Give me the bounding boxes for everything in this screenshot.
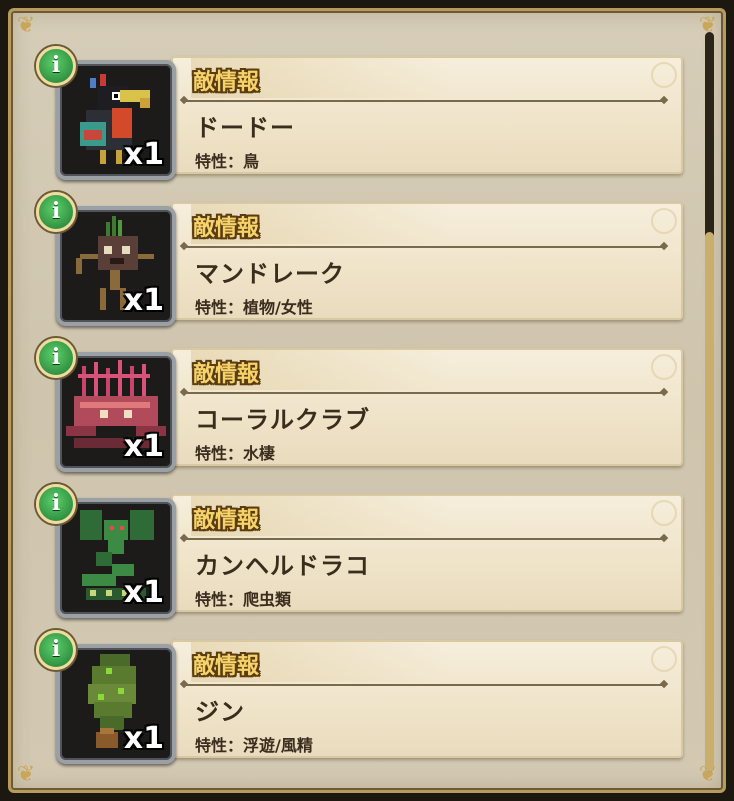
enemy-portrait[interactable]: x1 xyxy=(56,60,176,180)
enemy-list: 敵情報 ドードー 特性：鳥 x1 i 敵情報 マンドレーク 特性：植物/女性 x… xyxy=(0,0,734,801)
enemy-row[interactable]: 敵情報 ドードー 特性：鳥 x1 i xyxy=(36,46,686,182)
enemy-card[interactable]: 敵情報 カンヘルドラコ 特性：爬虫類 xyxy=(171,494,683,612)
info-button[interactable]: i xyxy=(36,192,76,232)
game-window: ❦ ❦ ❦ ❦ 敵情報 ドードー 特性：鳥 x1 i 敵情報 マンドレーク 特性… xyxy=(0,0,734,801)
enemy-trait: 特性：鳥 xyxy=(195,152,260,171)
enemy-count: x1 xyxy=(123,575,164,610)
divider xyxy=(183,684,665,686)
enemy-info-heading: 敵情報 xyxy=(193,362,260,387)
enemy-count: x1 xyxy=(123,429,164,464)
enemy-row[interactable]: 敵情報 マンドレーク 特性：植物/女性 x1 i xyxy=(36,192,686,328)
enemy-row[interactable]: 敵情報 コーラルクラブ 特性：水棲 x1 i xyxy=(36,338,686,474)
info-button[interactable]: i xyxy=(36,46,76,86)
enemy-trait: 特性：爬虫類 xyxy=(195,590,292,609)
enemy-row[interactable]: 敵情報 カンヘルドラコ 特性：爬虫類 x1 i xyxy=(36,484,686,620)
card-ornament-icon xyxy=(651,62,677,88)
card-ornament-icon xyxy=(651,646,677,672)
enemy-trait: 特性：植物/女性 xyxy=(195,298,313,317)
enemy-count: x1 xyxy=(123,721,164,756)
enemy-info-heading: 敵情報 xyxy=(193,216,260,241)
enemy-trait: 特性：浮遊/風精 xyxy=(195,736,313,755)
divider xyxy=(183,538,665,540)
enemy-name: コーラルクラブ xyxy=(195,406,370,434)
divider xyxy=(183,100,665,102)
info-button[interactable]: i xyxy=(36,630,76,670)
enemy-info-heading: 敵情報 xyxy=(193,654,260,679)
enemy-count: x1 xyxy=(123,137,164,172)
enemy-portrait[interactable]: x1 xyxy=(56,352,176,472)
enemy-info-heading: 敵情報 xyxy=(193,70,260,95)
enemy-name: カンヘルドラコ xyxy=(195,552,370,580)
enemy-info-heading: 敵情報 xyxy=(193,508,260,533)
divider xyxy=(183,392,665,394)
enemy-row[interactable]: 敵情報 ジン 特性：浮遊/風精 x1 i xyxy=(36,630,686,766)
enemy-name: マンドレーク xyxy=(195,260,345,288)
info-button[interactable]: i xyxy=(36,484,76,524)
card-ornament-icon xyxy=(651,500,677,526)
divider xyxy=(183,246,665,248)
enemy-portrait[interactable]: x1 xyxy=(56,498,176,618)
enemy-portrait[interactable]: x1 xyxy=(56,644,176,764)
enemy-name: ドードー xyxy=(195,114,295,142)
enemy-count: x1 xyxy=(123,283,164,318)
enemy-card[interactable]: 敵情報 ドードー 特性：鳥 xyxy=(171,56,683,174)
enemy-card[interactable]: 敵情報 コーラルクラブ 特性：水棲 xyxy=(171,348,683,466)
card-ornament-icon xyxy=(651,354,677,380)
info-button[interactable]: i xyxy=(36,338,76,378)
enemy-card[interactable]: 敵情報 マンドレーク 特性：植物/女性 xyxy=(171,202,683,320)
enemy-trait: 特性：水棲 xyxy=(195,444,276,463)
enemy-name: ジン xyxy=(195,698,245,726)
enemy-card[interactable]: 敵情報 ジン 特性：浮遊/風精 xyxy=(171,640,683,758)
enemy-portrait[interactable]: x1 xyxy=(56,206,176,326)
card-ornament-icon xyxy=(651,208,677,234)
